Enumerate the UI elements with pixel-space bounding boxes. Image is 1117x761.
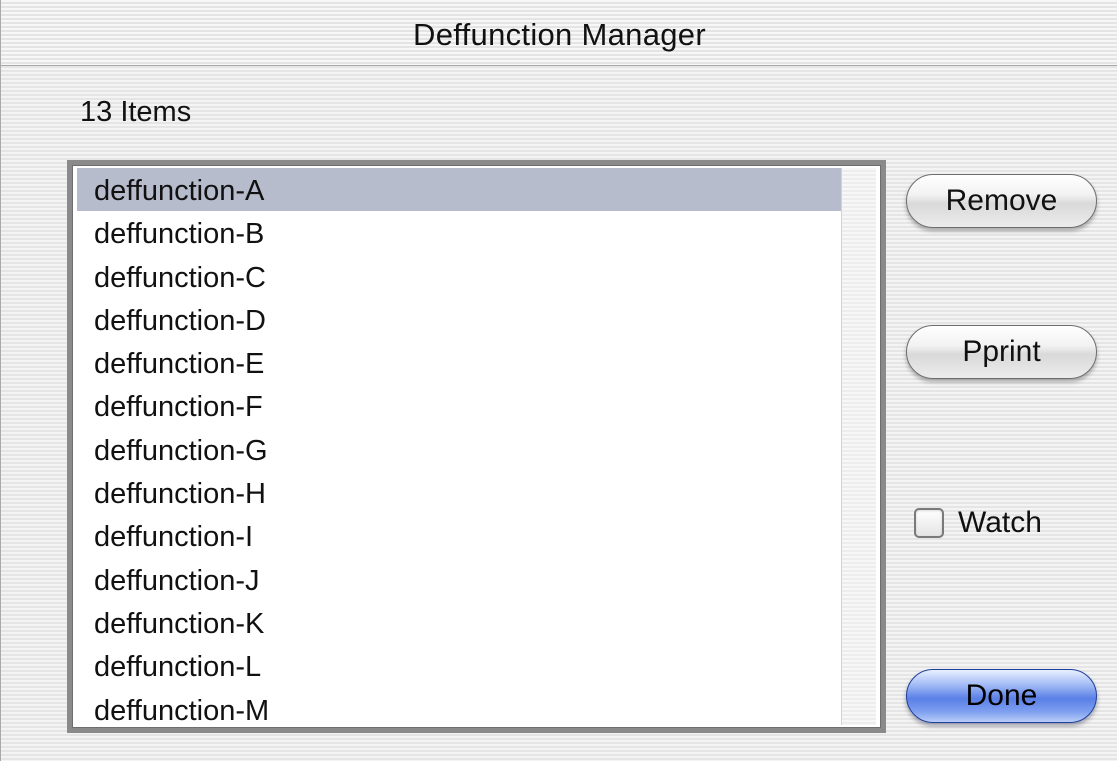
list-item[interactable]: deffunction-B xyxy=(77,211,841,254)
deffunction-list-box[interactable]: deffunction-A deffunction-B deffunction-… xyxy=(67,160,886,733)
watch-checkbox-control[interactable]: Watch xyxy=(914,503,1042,543)
list-item[interactable]: deffunction-H xyxy=(77,471,841,514)
list-item[interactable]: deffunction-M xyxy=(77,688,841,728)
list-item[interactable]: deffunction-C xyxy=(77,255,841,298)
done-button[interactable]: Done xyxy=(906,669,1097,723)
window-title: Deffunction Manager xyxy=(413,17,706,52)
list-item[interactable]: deffunction-F xyxy=(77,384,841,427)
list-item[interactable]: deffunction-J xyxy=(77,558,841,601)
remove-button[interactable]: Remove xyxy=(906,174,1097,228)
deffunction-manager-window: Deffunction Manager 13 Items deffunction… xyxy=(0,0,1117,761)
pprint-button[interactable]: Pprint xyxy=(906,325,1097,379)
item-count-label: 13 Items xyxy=(80,96,192,128)
watch-checkbox[interactable] xyxy=(914,508,944,538)
title-bar[interactable]: Deffunction Manager xyxy=(1,0,1117,66)
deffunction-list: deffunction-A deffunction-B deffunction-… xyxy=(77,168,841,728)
list-item[interactable]: deffunction-D xyxy=(77,298,841,341)
list-scrollbar-track[interactable] xyxy=(841,168,876,725)
list-item[interactable]: deffunction-K xyxy=(77,601,841,644)
list-item[interactable]: deffunction-A xyxy=(77,168,841,212)
list-item[interactable]: deffunction-L xyxy=(77,644,841,687)
list-item[interactable]: deffunction-G xyxy=(77,428,841,471)
list-item[interactable]: deffunction-I xyxy=(77,514,841,557)
watch-label: Watch xyxy=(958,506,1042,539)
list-item[interactable]: deffunction-E xyxy=(77,341,841,384)
